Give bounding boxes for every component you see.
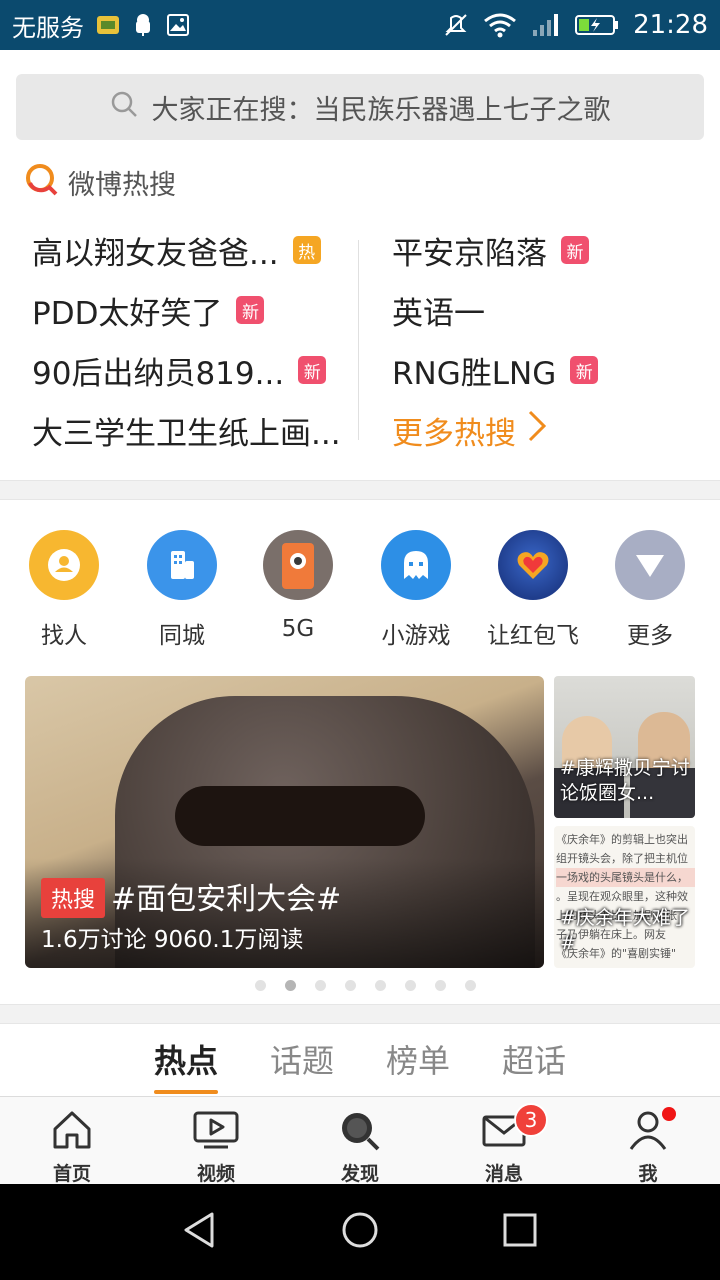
carousel-dot (434, 980, 446, 991)
nav-video[interactable]: 视频 (144, 1097, 288, 1185)
column-divider (358, 240, 359, 440)
carousel-dot (254, 980, 266, 991)
hot-search-list: 高以翔女友爸爸... 热 PDD太好笑了 新 90后出纳员819... 新 大三… (0, 220, 720, 460)
back-icon[interactable] (180, 1210, 220, 1254)
game-ghost-icon (381, 530, 451, 600)
carousel-dots (0, 980, 720, 992)
hot-search-item[interactable]: 90后出纳员819... 新 (32, 340, 352, 400)
home-circle-icon[interactable] (340, 1210, 380, 1254)
new-badge: 新 (298, 356, 327, 384)
hot-search-left-column: 高以翔女友爸爸... 热 PDD太好笑了 新 90后出纳员819... 新 大三… (32, 220, 352, 460)
chevron-right-icon (526, 409, 548, 451)
chocolate-filling-image (175, 786, 425, 846)
wifi-icon (483, 12, 517, 38)
section-separator (0, 1004, 720, 1024)
side-card-drama[interactable]: 《庆余年》的剪辑上也突出 组开镜头会，除了把主机位 一场戏的头尾镜头是什么， 。… (554, 826, 695, 968)
carousel-dot (284, 980, 296, 991)
banner-stats: 1.6万讨论 9060.1万阅读 (41, 927, 304, 953)
discover-tabs: 热点 话题 榜单 超话 (0, 1036, 720, 1094)
home-icon (51, 1109, 93, 1155)
nav-messages[interactable]: 消息 3 (432, 1097, 576, 1185)
banner-title: #面包安利大会# (111, 882, 342, 917)
nav-discover[interactable]: 发现 (288, 1097, 432, 1185)
carousel-dot (344, 980, 356, 991)
hot-search-header: 微博热搜 (24, 160, 176, 204)
find-people-icon (29, 530, 99, 600)
bottom-navigation: 首页 视频 发现 消息 3 我 (0, 1096, 720, 1185)
hot-badge: 热 (292, 236, 321, 264)
battery-charging-icon (575, 13, 619, 37)
hot-search-item[interactable]: RNG胜LNG 新 (392, 340, 702, 400)
red-packet-heart-icon (498, 530, 568, 600)
banner-main-card[interactable]: 热搜 #面包安利大会# 1.6万讨论 9060.1万阅读 (25, 676, 544, 968)
hot-search-item[interactable]: PDD太好笑了 新 (32, 280, 352, 340)
unread-count-badge: 3 (514, 1103, 548, 1137)
carrier-text: 无服务 (12, 13, 84, 42)
tab-super-topics[interactable]: 超话 (502, 1036, 566, 1094)
notification-dot (662, 1107, 676, 1121)
new-badge: 新 (236, 296, 265, 324)
hot-search-right-column: 平安京陷落 新 英语一 RNG胜LNG 新 更多热搜 (392, 220, 702, 460)
weibo-hot-search-icon (24, 161, 60, 204)
section-separator (0, 480, 720, 500)
mute-icon (443, 12, 469, 38)
city-building-icon (147, 530, 217, 600)
hot-search-item[interactable]: 英语一 (392, 280, 702, 340)
side-card-caption: #康辉撒贝宁讨论饭圈女... (560, 757, 690, 804)
tab-topics[interactable]: 话题 (270, 1036, 334, 1094)
tab-rankings[interactable]: 榜单 (386, 1036, 450, 1094)
signal-icon (531, 12, 561, 38)
hot-tag: 热搜 (41, 878, 106, 918)
tab-hotspot[interactable]: 热点 (153, 1036, 218, 1094)
carousel-dot (374, 980, 386, 991)
hot-search-item[interactable]: 高以翔女友爸爸... 热 (32, 220, 352, 280)
shortcut-5g[interactable]: 5G (240, 530, 356, 642)
hot-search-item[interactable]: 大三学生卫生纸上画... (32, 400, 352, 460)
shortcut-find-people[interactable]: 找人 (6, 530, 122, 650)
search-icon (110, 90, 138, 125)
chevron-down-icon (615, 530, 685, 600)
shortcut-same-city[interactable]: 同城 (124, 530, 240, 650)
discover-search-icon (337, 1109, 383, 1155)
shortcut-mini-games[interactable]: 小游戏 (358, 530, 474, 650)
search-placeholder: 大家正在搜：当民族乐器遇上七子之歌 (151, 94, 611, 126)
carousel-dot (464, 980, 476, 991)
recents-icon[interactable] (500, 1210, 540, 1254)
shortcut-row: 找人 同城 5G 小游戏 让红包飞 更多 (0, 530, 720, 650)
new-badge: 新 (561, 236, 589, 264)
shortcut-more[interactable]: 更多 (592, 530, 708, 650)
phone-5g-icon (263, 530, 333, 600)
hot-search-title: 微博热搜 (68, 169, 176, 201)
android-debug-icon (132, 13, 154, 37)
carousel-dot (314, 980, 326, 991)
side-card-caption: #庆余年大难了# (560, 907, 690, 954)
nav-home[interactable]: 首页 (0, 1097, 144, 1185)
clock: 21:28 (633, 10, 708, 40)
carousel-dot (404, 980, 416, 991)
image-icon (166, 13, 190, 37)
status-bar: 无服务 21:28 (0, 0, 720, 50)
hot-search-item[interactable]: 平安京陷落 新 (392, 220, 702, 280)
nav-me[interactable]: 我 (576, 1097, 720, 1185)
search-bar[interactable]: 大家正在搜：当民族乐器遇上七子之歌 (16, 74, 704, 140)
system-navigation-bar (0, 1184, 720, 1280)
shortcut-red-packet[interactable]: 让红包飞 (475, 530, 591, 650)
sim-card-icon (96, 14, 120, 36)
more-hot-search-link[interactable]: 更多热搜 (392, 400, 702, 460)
new-badge: 新 (570, 356, 599, 384)
video-play-icon (192, 1109, 240, 1155)
side-card-news[interactable]: #康辉撒贝宁讨论饭圈女... (554, 676, 695, 818)
